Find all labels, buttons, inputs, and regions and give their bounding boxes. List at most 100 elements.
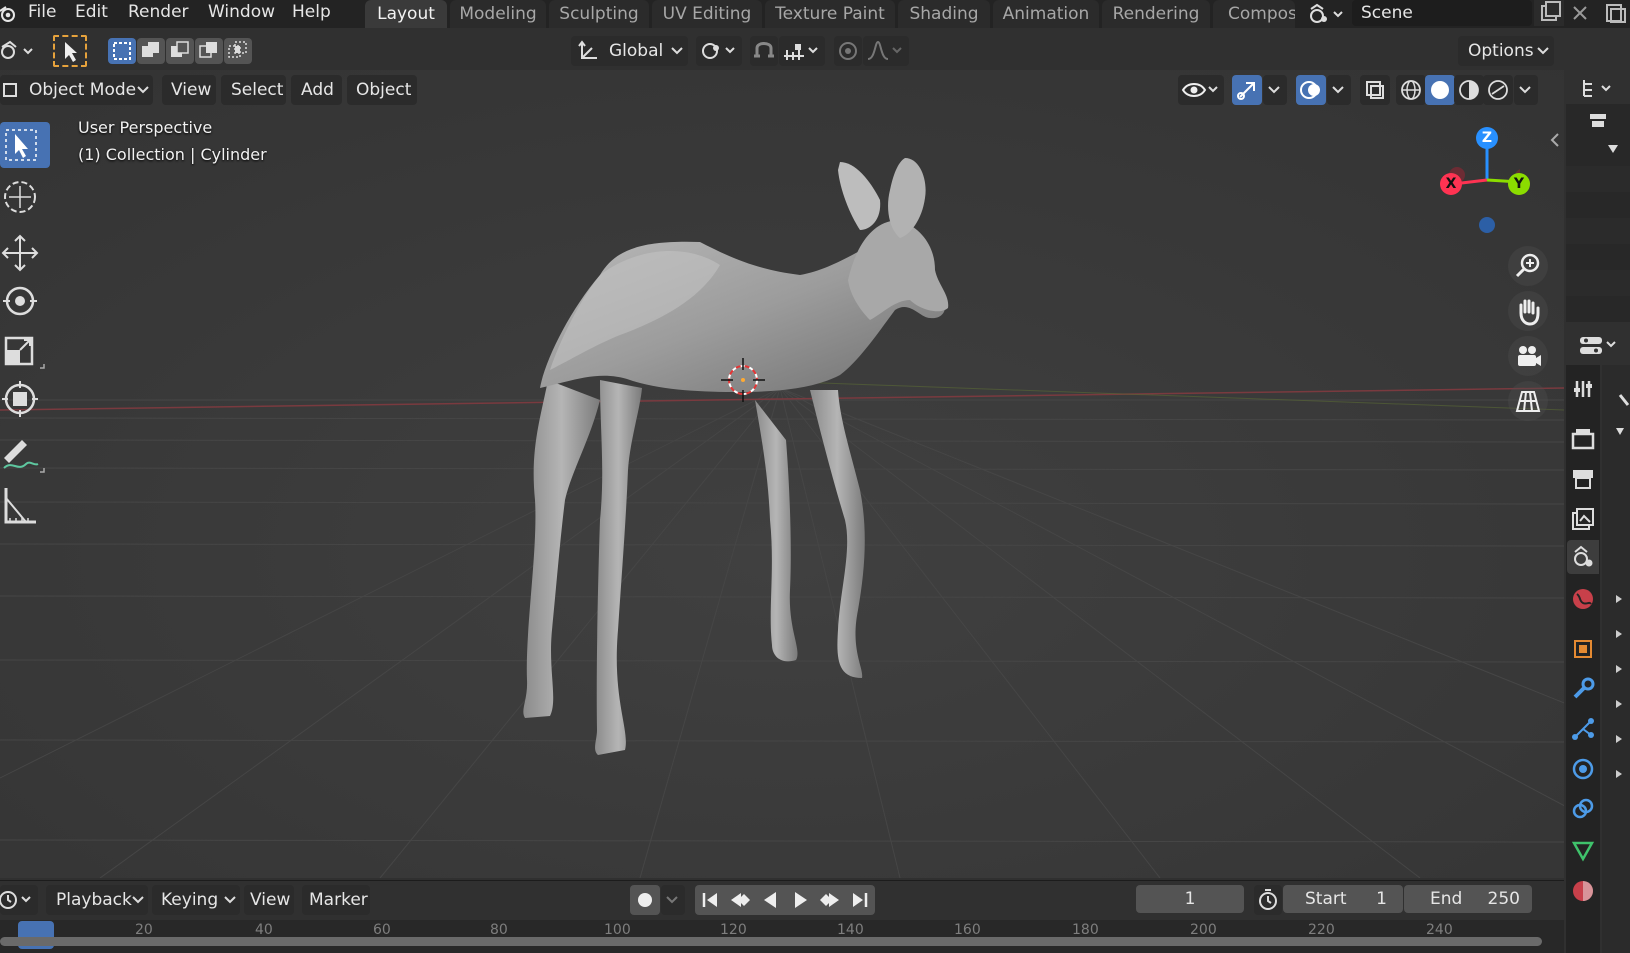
- menu-render[interactable]: Render: [122, 0, 195, 28]
- select-box-tool-icon[interactable]: [0, 122, 50, 168]
- sidebar-toggle-icon[interactable]: [1548, 130, 1562, 150]
- proportional-falloff-dropdown[interactable]: [863, 36, 909, 66]
- viewport-menu-object[interactable]: Object: [347, 75, 417, 105]
- camera-view-icon[interactable]: [1508, 336, 1548, 376]
- tab-shading[interactable]: Shading: [898, 0, 990, 28]
- tab-sculpting[interactable]: Sculpting: [549, 0, 649, 28]
- tab-layout[interactable]: Layout: [365, 0, 447, 28]
- scene-name-field[interactable]: Scene: [1352, 0, 1532, 26]
- keying-menu[interactable]: Keying: [152, 885, 240, 915]
- scene-selector-icon[interactable]: [1307, 2, 1347, 26]
- material-preview-shading-icon[interactable]: [1454, 75, 1484, 105]
- menu-file[interactable]: File: [22, 0, 62, 28]
- new-scene-icon[interactable]: [1534, 0, 1564, 26]
- output-properties-tab-icon[interactable]: [1569, 465, 1597, 493]
- xray-toggle-icon[interactable]: [1360, 75, 1390, 105]
- tab-texture-paint[interactable]: Texture Paint: [765, 0, 895, 28]
- gizmo-y-axis[interactable]: Y: [1508, 173, 1530, 195]
- particles-properties-tab-icon[interactable]: [1569, 715, 1597, 743]
- jump-start-icon[interactable]: [695, 885, 725, 915]
- scale-tool-icon[interactable]: [0, 328, 50, 374]
- select-tool-indicator-icon[interactable]: [53, 35, 87, 67]
- jump-prev-keyframe-icon[interactable]: [725, 885, 755, 915]
- world-properties-tab-icon[interactable]: [1569, 585, 1597, 613]
- tab-rendering[interactable]: Rendering: [1102, 0, 1210, 28]
- visibility-dropdown[interactable]: [1178, 75, 1224, 105]
- gizmo-x-axis[interactable]: X: [1440, 173, 1462, 195]
- timeline-view-menu[interactable]: View: [244, 885, 294, 915]
- tab-modeling[interactable]: Modeling: [450, 0, 546, 28]
- viewport-menu-add[interactable]: Add: [291, 75, 342, 105]
- 3d-viewport[interactable]: User Perspective (1) Collection | Cylind…: [0, 70, 1564, 878]
- select-mode-invert-icon[interactable]: [195, 38, 223, 64]
- ortho-grid-icon[interactable]: [1508, 381, 1548, 421]
- options-dropdown[interactable]: Options: [1458, 36, 1554, 66]
- cursor-tool-icon[interactable]: [0, 174, 50, 220]
- outliner-panel[interactable]: [1566, 70, 1630, 322]
- outliner-row[interactable]: [1566, 166, 1630, 192]
- gizmo-options-dropdown[interactable]: [1263, 75, 1287, 105]
- constraints-properties-tab-icon[interactable]: [1569, 795, 1597, 823]
- gizmo-z-axis[interactable]: Z: [1476, 127, 1498, 149]
- overlays-options-dropdown[interactable]: [1327, 75, 1351, 105]
- transform-tool-icon[interactable]: [0, 376, 50, 422]
- menu-help[interactable]: Help: [286, 0, 337, 28]
- select-mode-intersect-icon[interactable]: [224, 38, 252, 64]
- render-properties-tab-icon[interactable]: [1569, 425, 1597, 453]
- auto-keying-icon[interactable]: [630, 885, 660, 915]
- timeline-editor-type-icon[interactable]: [0, 885, 38, 915]
- annotate-tool-icon[interactable]: [0, 432, 50, 478]
- properties-editor-type-icon[interactable]: [1576, 331, 1622, 359]
- play-reverse-icon[interactable]: [755, 885, 785, 915]
- tool-properties-tab-icon[interactable]: [1569, 375, 1597, 403]
- physics-properties-tab-icon[interactable]: [1569, 755, 1597, 783]
- menu-window[interactable]: Window: [202, 0, 281, 28]
- blender-logo-icon[interactable]: [0, 3, 16, 25]
- proportional-edit-icon[interactable]: [834, 36, 862, 66]
- shading-options-dropdown[interactable]: [1514, 75, 1538, 105]
- pan-hand-icon[interactable]: [1508, 291, 1548, 331]
- object-properties-tab-icon[interactable]: [1569, 635, 1597, 663]
- start-frame-field[interactable]: Start 1: [1283, 885, 1403, 913]
- marker-menu[interactable]: Marker: [302, 885, 370, 915]
- timeline-scrollbar[interactable]: [0, 937, 1542, 946]
- pivot-point-dropdown[interactable]: [696, 36, 742, 66]
- select-mode-extend-icon[interactable]: [137, 38, 165, 64]
- delete-scene-icon[interactable]: [1566, 0, 1594, 26]
- move-tool-icon[interactable]: [0, 230, 50, 276]
- snap-target-dropdown[interactable]: [779, 36, 825, 66]
- tab-compositing[interactable]: Compos: [1213, 0, 1295, 28]
- solid-shading-icon[interactable]: [1425, 75, 1455, 105]
- object-mode-dropdown[interactable]: Object Mode: [0, 75, 153, 105]
- transform-orientation-dropdown[interactable]: Global: [571, 36, 688, 66]
- viewport-menu-view[interactable]: View: [162, 75, 216, 105]
- playback-menu[interactable]: Playback: [46, 885, 148, 915]
- rendered-shading-icon[interactable]: [1483, 75, 1513, 105]
- show-overlays-icon[interactable]: [1296, 75, 1326, 105]
- scene-properties-tab-icon[interactable]: [1567, 540, 1599, 574]
- zoom-icon[interactable]: [1508, 246, 1548, 286]
- keying-set-dropdown[interactable]: [661, 885, 685, 915]
- navigation-gizmo[interactable]: Z X Y: [1420, 120, 1530, 240]
- snap-toggle-icon[interactable]: [750, 36, 778, 66]
- measure-tool-icon[interactable]: [0, 484, 50, 530]
- preview-range-icon[interactable]: [1254, 885, 1282, 915]
- current-frame-field[interactable]: 1: [1136, 885, 1244, 913]
- view-layer-icon[interactable]: [1600, 0, 1630, 26]
- show-gizmo-icon[interactable]: [1232, 75, 1262, 105]
- jump-end-icon[interactable]: [845, 885, 875, 915]
- rotate-tool-icon[interactable]: [0, 278, 50, 324]
- outliner-row[interactable]: [1566, 218, 1630, 244]
- data-properties-tab-icon[interactable]: [1569, 837, 1597, 865]
- menu-edit[interactable]: Edit: [69, 0, 114, 28]
- viewport-menu-select[interactable]: Select: [221, 75, 286, 105]
- tab-animation[interactable]: Animation: [993, 0, 1099, 28]
- select-mode-subtract-icon[interactable]: [166, 38, 194, 64]
- view-layer-properties-tab-icon[interactable]: [1569, 505, 1597, 533]
- tab-uv-editing[interactable]: UV Editing: [652, 0, 762, 28]
- material-properties-tab-icon[interactable]: [1569, 877, 1597, 905]
- select-mode-new-icon[interactable]: [108, 38, 136, 64]
- editor-type-icon[interactable]: [0, 37, 36, 67]
- outliner-row[interactable]: [1566, 270, 1630, 296]
- collection-expand-icon[interactable]: [1606, 142, 1620, 156]
